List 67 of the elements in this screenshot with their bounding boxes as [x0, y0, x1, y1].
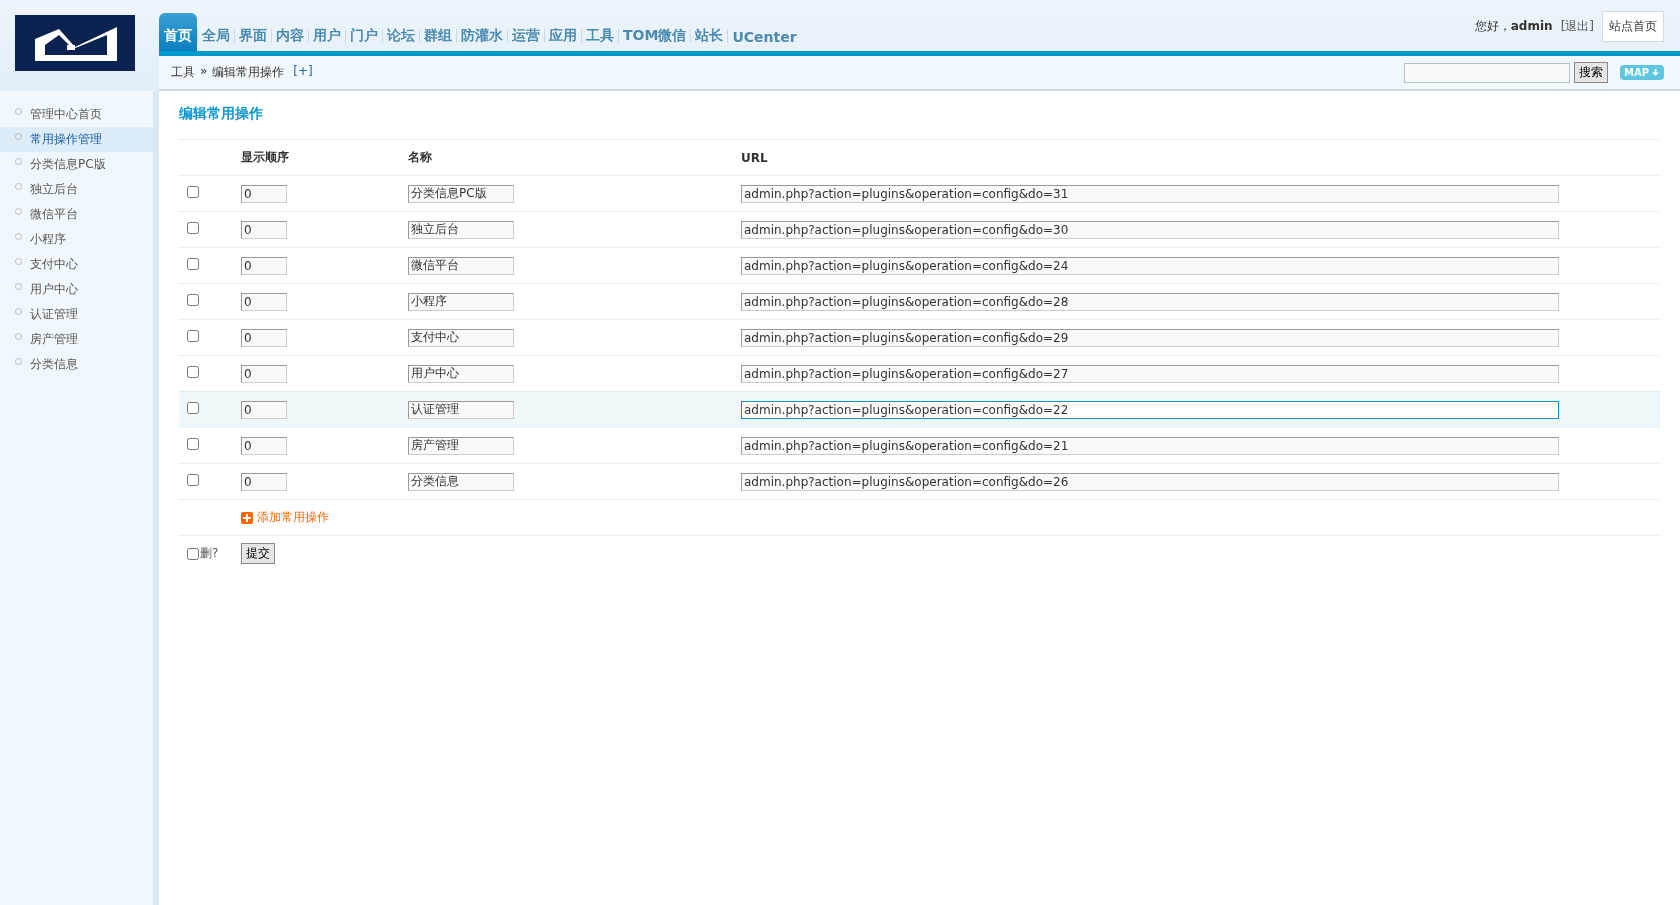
row-checkbox[interactable] — [187, 222, 199, 234]
url-input[interactable]: admin.php?action=plugins&operation=config&do=22 — [741, 400, 1559, 419]
name-input[interactable]: 支付中心 — [408, 328, 514, 347]
breadcrumb-link[interactable]: 工具 — [171, 64, 195, 81]
nav-tab[interactable]: 首页 — [159, 13, 197, 51]
order-input[interactable]: 0 — [241, 400, 287, 419]
column-header: 名称 — [408, 150, 432, 164]
sidebar-item[interactable]: 微信平台 — [0, 202, 153, 227]
search-button[interactable]: 搜索 — [1573, 62, 1608, 83]
submit-button[interactable]: 提交 — [241, 543, 275, 564]
row-checkbox[interactable] — [187, 186, 199, 198]
sidebar-item[interactable]: 用户中心 — [0, 277, 153, 302]
sidebar-item[interactable]: 小程序 — [0, 227, 153, 252]
breadcrumb-separator: » — [200, 64, 208, 80]
breadcrumb-current: 编辑常用操作 — [212, 64, 285, 81]
row-checkbox[interactable] — [187, 474, 199, 486]
url-input[interactable]: admin.php?action=plugins&operation=config&do=30 — [741, 220, 1559, 239]
row-checkbox[interactable] — [187, 438, 199, 450]
order-input[interactable]: 0 — [241, 184, 287, 203]
name-input[interactable]: 分类信息PC版 — [408, 184, 514, 203]
sidebar-item[interactable]: 管理中心首页 — [0, 102, 153, 127]
order-input[interactable]: 0 — [241, 328, 287, 347]
order-input[interactable]: 0 — [241, 256, 287, 275]
delete-checkbox[interactable] — [187, 547, 199, 560]
name-input[interactable]: 用户中心 — [408, 364, 514, 383]
sidebar-item[interactable]: 常用操作管理 — [0, 127, 153, 152]
name-input[interactable]: 认证管理 — [408, 400, 514, 419]
url-input[interactable]: admin.php?action=plugins&operation=config&do=24 — [741, 256, 1559, 275]
row-checkbox[interactable] — [187, 366, 199, 378]
arrow-down-icon — [1651, 68, 1660, 77]
url-input[interactable]: admin.php?action=plugins&operation=config&do=28 — [741, 292, 1559, 311]
page-title: 编辑常用操作 — [179, 105, 264, 123]
name-input[interactable]: 房产管理 — [408, 436, 514, 455]
sidebar-item[interactable]: 认证管理 — [0, 302, 153, 327]
column-header: URL — [741, 150, 768, 165]
url-input[interactable]: admin.php?action=plugins&operation=config&do=29 — [741, 328, 1559, 347]
logout-link[interactable]: [退出] — [1560, 18, 1594, 35]
name-input[interactable]: 分类信息 — [408, 472, 514, 491]
order-input[interactable]: 0 — [241, 472, 287, 491]
name-input[interactable]: 小程序 — [408, 292, 514, 311]
column-header: 显示顺序 — [241, 150, 289, 164]
logo-icon — [15, 13, 135, 73]
add-shortcut-link[interactable]: [+] — [293, 64, 313, 81]
name-input[interactable]: 微信平台 — [408, 256, 514, 275]
greeting-text: 您好，admin — [1474, 18, 1553, 35]
url-input[interactable]: admin.php?action=plugins&operation=config&do=31 — [741, 184, 1559, 203]
row-checkbox[interactable] — [187, 330, 199, 342]
row-checkbox[interactable] — [187, 294, 199, 306]
order-input[interactable]: 0 — [241, 220, 287, 239]
search-field[interactable] — [1403, 62, 1570, 83]
sidebar-item[interactable]: 分类信息 — [0, 352, 153, 377]
sidebar-item[interactable]: 独立后台 — [0, 177, 153, 202]
order-input[interactable]: 0 — [241, 436, 287, 455]
row-checkbox[interactable] — [187, 402, 199, 414]
plus-icon — [241, 511, 253, 524]
site-home-button[interactable]: 站点首页 — [1602, 11, 1664, 42]
sidebar-item[interactable]: 分类信息PC版 — [0, 152, 153, 177]
name-input[interactable]: 独立后台 — [408, 220, 514, 239]
row-checkbox[interactable] — [187, 258, 199, 270]
url-input[interactable]: admin.php?action=plugins&operation=config&do=26 — [741, 472, 1559, 491]
url-input[interactable]: admin.php?action=plugins&operation=config&do=21 — [741, 436, 1559, 455]
order-input[interactable]: 0 — [241, 292, 287, 311]
sidebar-item[interactable]: 房产管理 — [0, 327, 153, 352]
url-input[interactable]: admin.php?action=plugins&operation=config&do=27 — [741, 364, 1559, 383]
order-input[interactable]: 0 — [241, 364, 287, 383]
sidebar-item[interactable]: 支付中心 — [0, 252, 153, 277]
delete-label: 删? — [200, 545, 219, 562]
